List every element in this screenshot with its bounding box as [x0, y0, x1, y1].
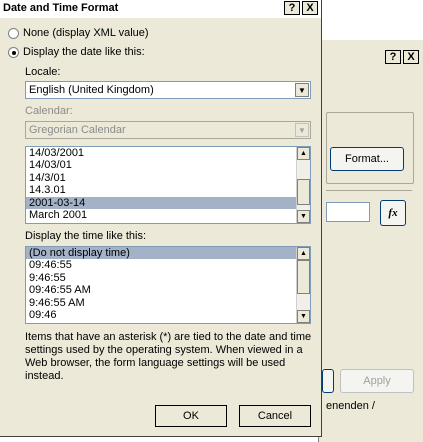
list-item[interactable]: 14/3/01 — [26, 172, 310, 184]
scroll-up-icon[interactable]: ▲ — [297, 247, 310, 260]
chevron-down-icon[interactable]: ▼ — [295, 83, 309, 97]
date-format-list[interactable]: 14/03/2001 14/03/01 14/3/01 14.3.01 2001… — [25, 146, 311, 224]
dialog-titlebar: Date and Time Format ? X — [0, 0, 321, 18]
chevron-down-icon: ▼ — [295, 123, 309, 137]
background-close-button[interactable]: X — [403, 50, 419, 64]
list-item[interactable]: 14.3.01 — [26, 184, 310, 196]
list-item[interactable]: 09:46:55 — [26, 259, 310, 271]
format-button[interactable]: Format... — [330, 147, 404, 171]
list-item[interactable]: March 2001 — [26, 209, 310, 221]
time-format-label: Display the time like this: — [25, 230, 147, 242]
ok-button[interactable]: OK — [155, 405, 227, 427]
background-help-button[interactable]: ? — [385, 50, 401, 64]
time-list-scrollbar[interactable]: ▲ ▼ — [296, 247, 310, 323]
display-date-label: Display the date like this: — [23, 46, 145, 58]
list-item[interactable]: 9:46:55 — [26, 272, 310, 284]
asterisk-note: Items that have an asterisk (*) are tied… — [25, 331, 312, 382]
close-button[interactable]: X — [302, 1, 318, 15]
date-time-format-dialog: Date and Time Format ? X None (display X… — [0, 0, 322, 437]
list-item-selected[interactable]: (Do not display time) — [26, 247, 310, 260]
background-partial-text: enenden / — [326, 400, 375, 412]
apply-button[interactable]: Apply — [340, 369, 414, 393]
dialog-title: Date and Time Format — [3, 2, 119, 14]
scroll-thumb[interactable] — [297, 260, 310, 294]
display-date-option[interactable]: Display the date like this: — [8, 46, 145, 58]
scroll-up-icon[interactable]: ▲ — [297, 147, 310, 160]
list-item[interactable]: 09:46 — [26, 309, 310, 321]
scroll-down-icon[interactable]: ▼ — [297, 310, 310, 323]
scroll-down-icon[interactable]: ▼ — [297, 210, 310, 223]
background-text-input[interactable] — [326, 202, 370, 222]
background-button-partial[interactable] — [322, 369, 334, 393]
list-item-selected[interactable]: 2001-03-14 — [26, 196, 310, 209]
calendar-label: Calendar: — [25, 105, 73, 117]
fx-button[interactable]: fx — [380, 200, 406, 226]
none-option[interactable]: None (display XML value) — [8, 27, 149, 39]
calendar-select: Gregorian Calendar ▼ — [25, 121, 311, 139]
time-format-list[interactable]: (Do not display time) 09:46:55 9:46:55 0… — [25, 246, 311, 324]
list-item[interactable]: 09:46:55 AM — [26, 284, 310, 296]
list-item[interactable]: 9:46:55 AM — [26, 297, 310, 309]
help-button[interactable]: ? — [284, 1, 300, 15]
list-item[interactable]: 14/03/2001 — [26, 147, 310, 159]
date-list-scrollbar[interactable]: ▲ ▼ — [296, 147, 310, 223]
list-item[interactable]: 14/03/01 — [26, 159, 310, 171]
display-date-radio[interactable] — [8, 46, 19, 58]
none-radio[interactable] — [8, 27, 19, 39]
locale-label: Locale: — [25, 66, 61, 78]
none-label: None (display XML value) — [23, 27, 149, 39]
cancel-button[interactable]: Cancel — [239, 405, 311, 427]
scroll-thumb[interactable] — [297, 179, 310, 205]
locale-value: English (United Kingdom) — [29, 84, 154, 96]
calendar-value: Gregorian Calendar — [29, 124, 126, 136]
locale-select[interactable]: English (United Kingdom) ▼ — [25, 81, 311, 99]
